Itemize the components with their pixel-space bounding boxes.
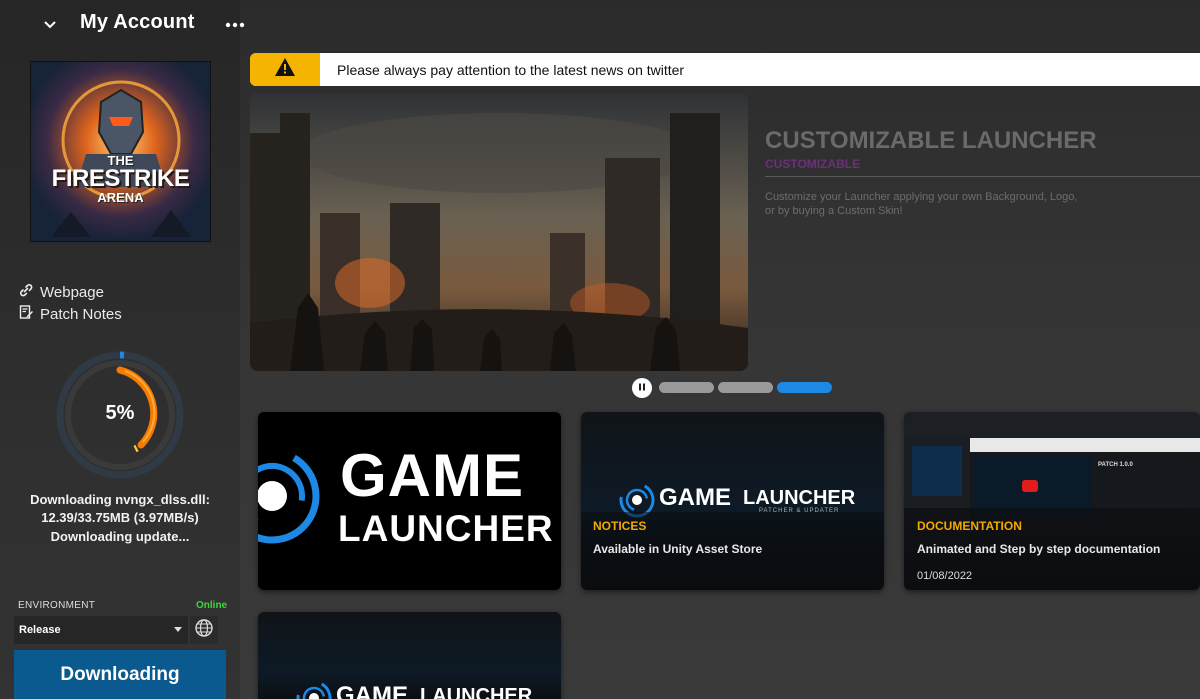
card-logo-word1: GAME	[659, 484, 731, 511]
carousel-dot-3-active[interactable]	[777, 382, 832, 393]
carousel-dot-2[interactable]	[718, 382, 773, 393]
card-text: Animated and Step by step documentation	[917, 542, 1161, 556]
globe-icon	[194, 618, 214, 643]
play-video-icon	[1022, 480, 1038, 492]
hero-title: CUSTOMIZABLE LAUNCHER	[765, 127, 1097, 154]
region-globe-button[interactable]	[190, 616, 218, 644]
header: My Account	[0, 0, 1200, 48]
webpage-label: Webpage	[40, 283, 104, 301]
webpage-link[interactable]: Webpage	[18, 282, 104, 302]
carousel-dot-1[interactable]	[659, 382, 714, 393]
launcher-logo-icon	[296, 680, 332, 699]
environment-label: ENVIRONMENT	[18, 600, 96, 611]
warning-box	[250, 53, 320, 86]
patch-notes-label: Patch Notes	[40, 305, 122, 323]
card-text: Available in Unity Asset Store	[593, 542, 763, 556]
preview-titlebar	[904, 412, 1200, 438]
hero-subtitle: CUSTOMIZABLE	[765, 157, 861, 171]
card-logo-word1: GAME	[336, 682, 408, 699]
card-logo-word2: LAUNCHER	[338, 508, 554, 549]
card-logo-word2: LAUNCHER	[743, 487, 856, 509]
link-icon	[18, 282, 34, 302]
download-button[interactable]: Downloading	[14, 650, 226, 699]
status-message: Downloading update...	[50, 529, 190, 544]
more-options-icon[interactable]	[222, 12, 248, 38]
progress-percent: 5%	[105, 402, 135, 424]
preview-hero	[974, 456, 1092, 516]
news-banner[interactable]: Please always pay attention to the lates…	[250, 53, 1200, 86]
hero-image[interactable]	[250, 93, 748, 371]
logo-line3: ARENA	[97, 190, 144, 205]
card-logo-word2: LAUNCHER	[420, 685, 533, 699]
news-card-game-launcher[interactable]: GAME LAUNCHER	[258, 412, 561, 590]
status-size: 12.39/33.75MB (3.97MB/s)	[41, 510, 199, 525]
banner-text: Please always pay attention to the lates…	[337, 62, 685, 78]
document-edit-icon	[18, 304, 34, 324]
preview-banner	[970, 438, 1200, 452]
news-card-notices[interactable]: GAME LAUNCHER PATCHER & UPDATER NOTICES …	[581, 412, 884, 590]
launcher-logo-icon	[258, 448, 320, 549]
warning-icon	[274, 57, 296, 82]
card-tag: NOTICES	[593, 519, 647, 533]
patch-notes-link[interactable]: Patch Notes	[18, 304, 122, 324]
chevron-down-icon[interactable]	[40, 14, 60, 34]
card-logo-word1: GAME	[340, 442, 524, 509]
environment-select[interactable]: Release	[14, 616, 188, 644]
hero-description: Customize your Launcher applying your ow…	[765, 191, 1078, 217]
game-logo-text: THE FIRESTRIKE ARENA	[31, 154, 210, 204]
environment-status-badge: Online	[196, 600, 228, 611]
logo-line2: FIRESTRIKE	[51, 165, 190, 192]
carousel-pause-button[interactable]	[632, 378, 652, 398]
pause-icon	[637, 379, 647, 397]
news-card-documentation[interactable]: PATCH 1.0.0 DOCUMENTATION Animated and S…	[904, 412, 1200, 590]
card-tag: DOCUMENTATION	[917, 519, 1022, 533]
environment-select-value: Release	[19, 624, 61, 636]
game-logo: THE FIRESTRIKE ARENA	[31, 62, 210, 241]
card-date: 01/08/2022	[917, 570, 973, 582]
page-title[interactable]: My Account	[80, 11, 195, 34]
preview-logo	[912, 446, 962, 496]
preview-patch-version: PATCH 1.0.0	[1098, 462, 1133, 468]
caret-down-icon	[174, 624, 182, 636]
status-file: Downloading nvngx_dlss.dll:	[30, 492, 210, 507]
news-card-game-launcher-2[interactable]: GAME LAUNCHER	[258, 612, 561, 699]
hero-divider	[765, 176, 1200, 177]
